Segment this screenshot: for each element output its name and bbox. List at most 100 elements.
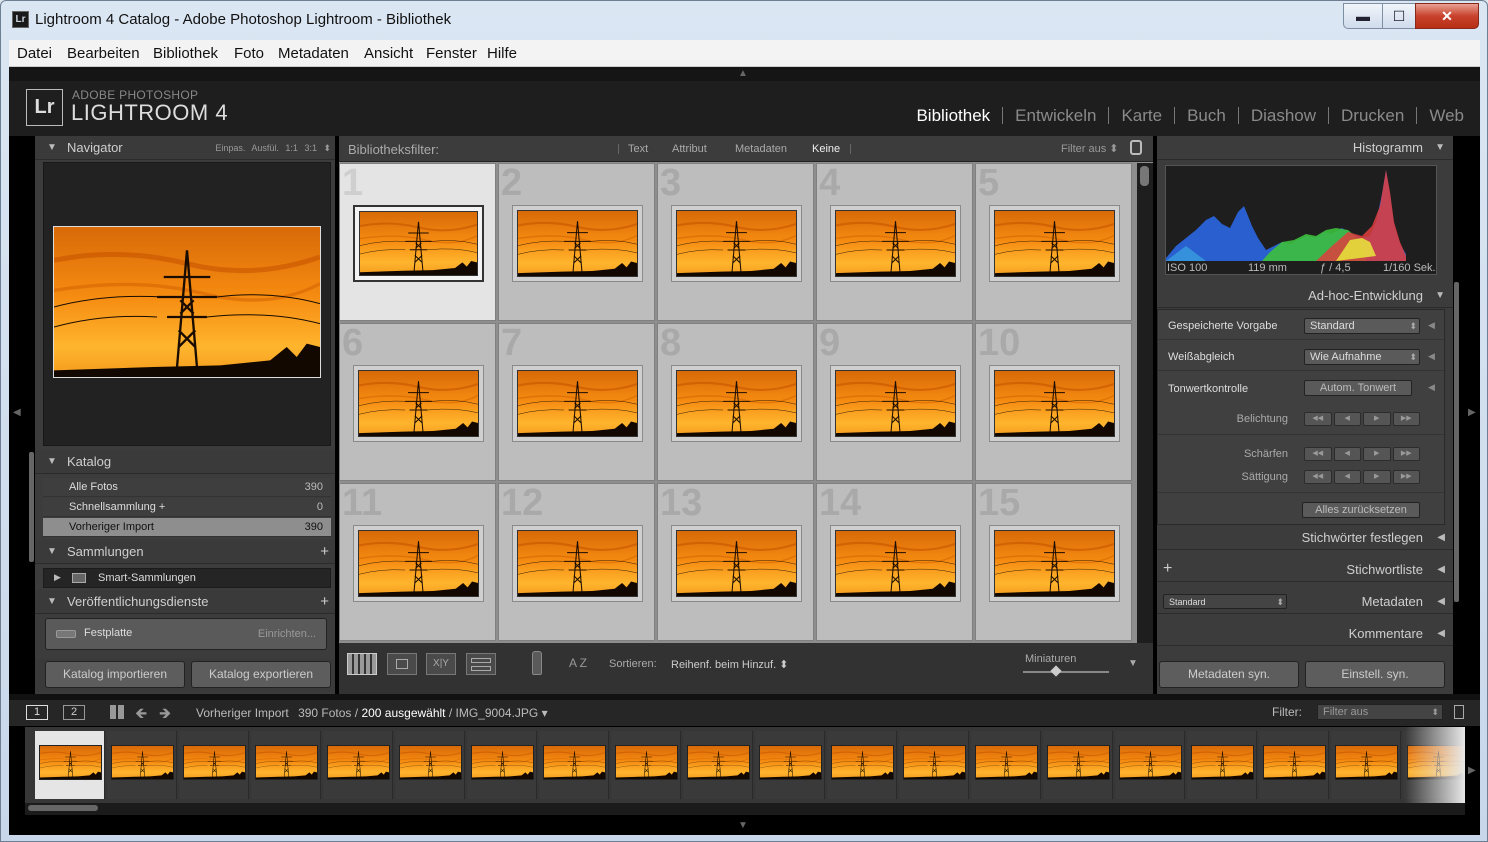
photo-thumbnail[interactable]: [1191, 745, 1254, 780]
filmstrip-thumbnail[interactable]: [539, 731, 609, 799]
photo-thumbnail[interactable]: [994, 530, 1115, 597]
grid-cell[interactable]: 5: [975, 163, 1132, 321]
photo-thumbnail[interactable]: [676, 530, 797, 597]
minimize-button[interactable]: ▬: [1343, 3, 1383, 29]
keyword-list-header[interactable]: + Stichwortliste ◀: [1157, 558, 1453, 582]
filmstrip-thumbnail[interactable]: [467, 731, 537, 799]
katalog-item-alle-fotos[interactable]: Alle Fotos 390: [43, 478, 331, 497]
grid-cell[interactable]: 1: [339, 163, 496, 321]
thumbnail-size-slider[interactable]: [1023, 665, 1109, 677]
photo-thumbnail[interactable]: [975, 745, 1038, 780]
grid-cell[interactable]: 12: [498, 483, 655, 641]
filmstrip-thumbnail[interactable]: [971, 731, 1041, 799]
menu-ansicht[interactable]: Ansicht: [364, 45, 413, 62]
metadata-preset-select[interactable]: Standard ⬍: [1163, 594, 1287, 609]
back-arrow-icon[interactable]: 🡸: [135, 703, 147, 728]
preset-select[interactable]: Standard ⬍: [1304, 318, 1420, 334]
left-panel-toggle-icon[interactable]: ◀: [13, 407, 21, 418]
slider-thumb[interactable]: [1050, 665, 1062, 677]
grid-cell[interactable]: 3: [657, 163, 814, 321]
menu-bibliothek[interactable]: Bibliothek: [153, 45, 218, 62]
survey-view-icon[interactable]: [466, 653, 496, 675]
grid-cell[interactable]: 8: [657, 323, 814, 481]
photo-thumbnail[interactable]: [183, 745, 246, 780]
scrollbar-thumb[interactable]: [28, 805, 98, 811]
photo-thumbnail[interactable]: [517, 210, 638, 277]
photo-thumbnail[interactable]: [358, 530, 479, 597]
quick-develop-header[interactable]: Ad-hoc-Entwicklung ▼: [1157, 284, 1453, 308]
photo-thumbnail[interactable]: [994, 370, 1115, 437]
right-panel-scrollbar[interactable]: [1454, 282, 1459, 602]
photo-thumbnail[interactable]: [327, 745, 390, 780]
publish-service-festplatte[interactable]: Festplatte Einrichten...: [45, 618, 327, 650]
filmstrip-thumbnail[interactable]: [755, 731, 825, 799]
painter-spray-icon[interactable]: [532, 651, 542, 675]
photo-thumbnail[interactable]: [517, 530, 638, 597]
thumbnail-frame[interactable]: [671, 205, 802, 282]
photo-thumbnail[interactable]: [835, 210, 956, 277]
histogram-header[interactable]: Histogramm ▼: [1157, 136, 1453, 160]
thumbnail-frame[interactable]: [671, 525, 802, 602]
menu-bearbeiten[interactable]: Bearbeiten: [67, 45, 140, 62]
keywording-header[interactable]: Stichwörter festlegen ◀: [1157, 526, 1453, 550]
grid-cell[interactable]: 14: [816, 483, 973, 641]
toolbar-options-icon[interactable]: ▼: [1128, 658, 1138, 669]
grid-cell[interactable]: 7: [498, 323, 655, 481]
module-diashow[interactable]: Diashow: [1239, 107, 1330, 124]
grid-cell[interactable]: 13: [657, 483, 814, 641]
module-entwickeln[interactable]: Entwickeln: [1003, 107, 1110, 124]
photo-thumbnail[interactable]: [687, 745, 750, 780]
export-catalog-button[interactable]: Katalog exportieren: [191, 661, 331, 688]
grid-scrollbar[interactable]: [1137, 163, 1153, 643]
reset-all-button[interactable]: Alles zurücksetzen: [1302, 502, 1420, 518]
add-collection-icon[interactable]: +: [320, 543, 329, 560]
main-window-button[interactable]: 1: [26, 705, 48, 720]
triangle-left-icon[interactable]: ◀: [1428, 320, 1435, 331]
navigator-image[interactable]: [53, 226, 321, 378]
photo-thumbnail[interactable]: [1119, 745, 1182, 780]
compare-view-icon[interactable]: X|Y: [426, 653, 456, 675]
filmstrip-lock-icon[interactable]: [1454, 705, 1464, 719]
photo-thumbnail[interactable]: [835, 370, 956, 437]
filmstrip-thumbnail[interactable]: [35, 731, 105, 799]
menu-metadaten[interactable]: Metadaten: [278, 45, 349, 62]
grid-cell[interactable]: 9: [816, 323, 973, 481]
lock-icon[interactable]: [1130, 140, 1142, 155]
photo-thumbnail[interactable]: [903, 745, 966, 780]
filter-attribut[interactable]: Attribut: [672, 143, 707, 155]
filmstrip-thumbnail[interactable]: [1115, 731, 1185, 799]
filter-keine[interactable]: Keine: [812, 143, 840, 155]
filmstrip-thumbnail[interactable]: [1259, 731, 1329, 799]
menu-datei[interactable]: Datei: [17, 45, 52, 62]
thumbnail-frame[interactable]: [830, 365, 961, 442]
filmstrip-thumbnail[interactable]: [251, 731, 321, 799]
module-web[interactable]: Web: [1417, 107, 1464, 124]
white-balance-select[interactable]: Wie Aufnahme ⬍: [1304, 349, 1420, 365]
menu-foto[interactable]: Foto: [234, 45, 264, 62]
grid-cell[interactable]: 6: [339, 323, 496, 481]
grid-cell[interactable]: 10: [975, 323, 1132, 481]
metadata-header[interactable]: Standard ⬍ Metadaten ◀: [1157, 590, 1453, 614]
grid-view-icon[interactable]: [347, 653, 377, 675]
filmstrip-thumbnail[interactable]: [899, 731, 969, 799]
grid-cell[interactable]: 4: [816, 163, 973, 321]
photo-thumbnail[interactable]: [831, 745, 894, 780]
filmstrip-thumbnail[interactable]: [323, 731, 393, 799]
photo-thumbnail[interactable]: [39, 745, 102, 780]
filmstrip-source-info[interactable]: Vorheriger Import 390 Fotos / 200 ausgew…: [196, 706, 548, 720]
grid-cell[interactable]: 2: [498, 163, 655, 321]
menu-fenster[interactable]: Fenster: [426, 45, 477, 62]
grid-icon[interactable]: [110, 705, 124, 719]
publish-header[interactable]: ▼ Veröffentlichungsdienste +: [35, 590, 335, 614]
thumbnail-frame[interactable]: [830, 525, 961, 602]
photo-thumbnail[interactable]: [111, 745, 174, 780]
photo-thumbnail[interactable]: [1335, 745, 1398, 780]
photo-thumbnail[interactable]: [359, 211, 478, 276]
photo-thumbnail[interactable]: [543, 745, 606, 780]
loupe-view-icon[interactable]: [387, 653, 417, 675]
filmstrip-right-toggle-icon[interactable]: ▶: [1468, 765, 1476, 776]
triangle-left-icon[interactable]: ◀: [1428, 351, 1435, 362]
import-catalog-button[interactable]: Katalog importieren: [45, 661, 185, 688]
module-karte[interactable]: Karte: [1109, 107, 1176, 124]
sync-settings-button[interactable]: Einstell. syn.: [1305, 661, 1445, 688]
